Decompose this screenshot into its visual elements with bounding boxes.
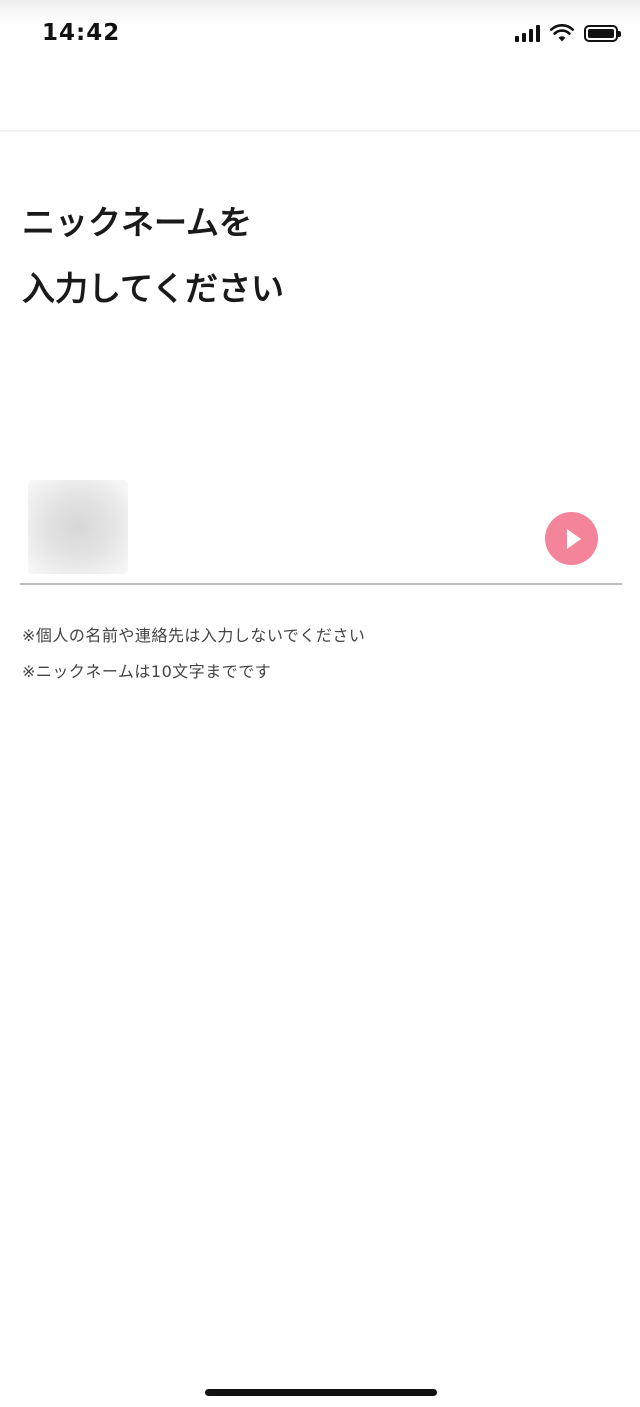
page-title: ニックネームを 入力してください: [22, 190, 622, 322]
nickname-input[interactable]: [28, 480, 528, 574]
submit-button[interactable]: [545, 512, 598, 565]
status-bar: 14:42: [0, 0, 640, 64]
notes: ※個人の名前や連絡先は入力しないでください ※ニックネームは10文字までです: [22, 618, 622, 690]
note-length-limit: ※ニックネームは10文字までです: [22, 662, 272, 681]
signal-icon: [515, 24, 540, 42]
input-underline: [20, 583, 622, 585]
note-privacy: ※個人の名前や連絡先は入力しないでください: [22, 626, 366, 645]
page-title-line-2: 入力してください: [22, 269, 285, 308]
status-icons: [515, 22, 621, 44]
play-icon: [566, 528, 581, 549]
status-time: 14:42: [42, 20, 121, 46]
page-title-line-1: ニックネームを: [22, 203, 253, 242]
nickname-input-row: [20, 470, 622, 585]
battery-icon: [584, 24, 621, 42]
navigation-bar: [0, 64, 640, 132]
home-indicator: [205, 1389, 437, 1396]
nickname-screen: 14:42 ニックネームを 入力してください ※個人の名前や連絡先は入力しないで…: [0, 0, 640, 1407]
wifi-icon: [550, 24, 574, 42]
